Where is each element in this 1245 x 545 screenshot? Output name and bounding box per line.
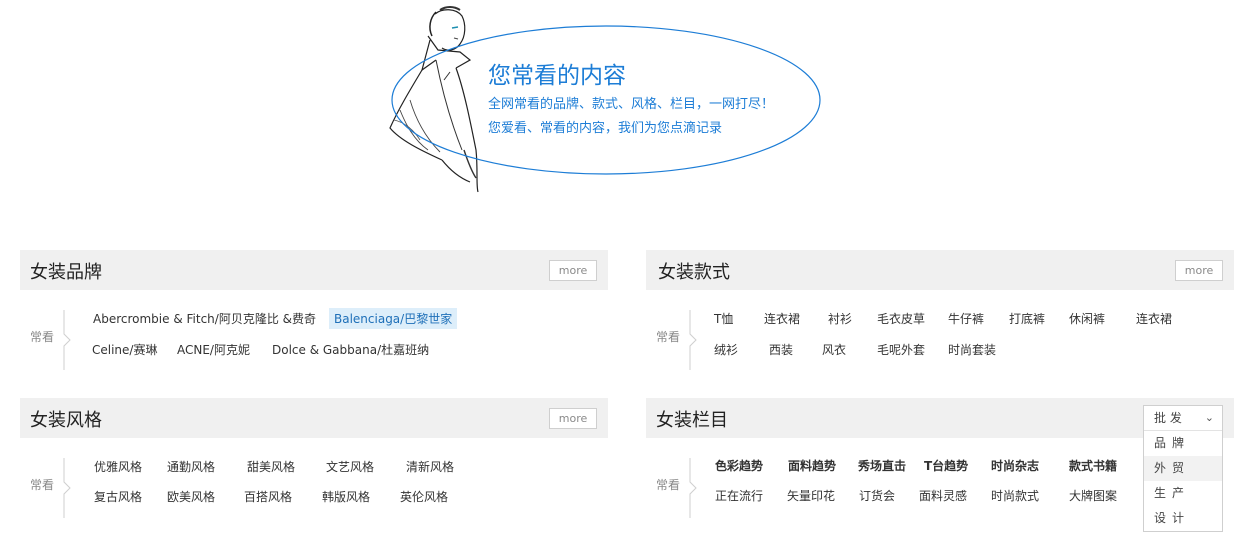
panel-body: 常看 优雅风格 通勤风格 甜美风格 文艺风格 清新风格 复古风格 欧美风格 百搭… [20, 438, 608, 518]
panel-header: 女装风格 more [20, 398, 608, 438]
bracket-divider [63, 458, 71, 518]
category-dropdown[interactable]: 批 发 ⌄ 品牌 外贸 生产 设计 [1143, 405, 1223, 532]
column-link[interactable]: 时尚款式 [986, 485, 1044, 506]
brand-link-dolce-gabbana[interactable]: Dolce & Gabbana/杜嘉班纳 [267, 339, 434, 360]
panel-title: 女装品牌 [30, 262, 102, 283]
column-link[interactable]: 面料灵感 [914, 485, 972, 506]
style-link[interactable]: 绒衫 [709, 339, 743, 360]
fengge-link[interactable]: 文艺风格 [321, 456, 379, 477]
fengge-link[interactable]: 甜美风格 [242, 456, 300, 477]
panel-title: 女装风格 [30, 410, 102, 431]
chevron-down-icon[interactable]: ⌄ [1205, 406, 1214, 430]
bracket-divider [689, 310, 697, 370]
column-link[interactable]: T台趋势 [919, 455, 973, 476]
panel-body: 常看 Abercrombie & Fitch/阿贝克隆比 &费奇 Balenci… [20, 290, 608, 370]
panel-style: 女装款式 more 常看 T恤 连衣裙 衬衫 毛衣皮草 牛仔裤 打底裤 休闲裤 … [646, 250, 1234, 370]
fengge-link[interactable]: 优雅风格 [89, 456, 147, 477]
column-link[interactable]: 订货会 [854, 485, 900, 506]
fengge-link[interactable]: 清新风格 [401, 456, 459, 477]
often-label: 常看 [656, 330, 681, 344]
bracket-divider [689, 458, 697, 518]
brand-link-abercrombie[interactable]: Abercrombie & Fitch/阿贝克隆比 &费奇 [88, 308, 321, 329]
panel-brand: 女装品牌 more 常看 Abercrombie & Fitch/阿贝克隆比 &… [20, 250, 608, 370]
hero-tagline: 全网常看的品牌、款式、风格、栏目，一网打尽！ [488, 97, 775, 112]
column-link[interactable]: 色彩趋势 [710, 455, 768, 476]
brand-link-celine[interactable]: Celine/赛琳 [87, 339, 162, 360]
dropdown-option-brand[interactable]: 品牌 [1144, 431, 1222, 456]
column-link[interactable]: 矢量印花 [782, 485, 840, 506]
hero-subtagline: 您爱看、常看的内容，我们为您点滴记录 [488, 121, 723, 136]
panel-title: 女装款式 [658, 262, 730, 283]
panel-header: 女装品牌 more [20, 250, 608, 290]
column-link[interactable]: 面料趋势 [783, 455, 841, 476]
dropdown-option-production[interactable]: 生产 [1144, 481, 1222, 506]
hero-banner: 您常看的内容 全网常看的品牌、款式、风格、栏目，一网打尽！ 您爱看、常看的内容，… [380, 0, 830, 200]
often-label: 常看 [30, 478, 55, 492]
dropdown-option-design[interactable]: 设计 [1144, 506, 1222, 531]
fengge-link[interactable]: 英伦风格 [395, 486, 453, 507]
style-link[interactable]: 毛呢外套 [872, 339, 930, 360]
style-link[interactable]: 时尚套装 [943, 339, 1001, 360]
style-link[interactable]: 牛仔裤 [943, 308, 989, 329]
dropdown-selected[interactable]: 批 发 ⌄ [1144, 406, 1222, 431]
fengge-link[interactable]: 韩版风格 [317, 486, 375, 507]
often-label: 常看 [656, 478, 681, 492]
brand-link-acne[interactable]: ACNE/阿克妮 [172, 339, 255, 360]
hero-title: 您常看的内容 [488, 63, 626, 89]
bracket-divider [63, 310, 71, 370]
more-button[interactable]: more [549, 260, 597, 281]
style-link[interactable]: 风衣 [817, 339, 851, 360]
often-label: 常看 [30, 330, 55, 344]
panel-header: 女装款式 more [646, 250, 1234, 290]
dropdown-selected-label: 批 发 [1154, 411, 1182, 425]
style-link[interactable]: 打底裤 [1004, 308, 1050, 329]
more-button[interactable]: more [1175, 260, 1223, 281]
column-link[interactable]: 时尚杂志 [986, 455, 1044, 476]
style-link[interactable]: 衬衫 [823, 308, 857, 329]
column-link[interactable]: 款式书籍 [1064, 455, 1122, 476]
fengge-link[interactable]: 复古风格 [89, 486, 147, 507]
panel-body: 常看 T恤 连衣裙 衬衫 毛衣皮草 牛仔裤 打底裤 休闲裤 连衣裙 绒衫 西装 … [646, 290, 1234, 370]
panel-fengge: 女装风格 more 常看 优雅风格 通勤风格 甜美风格 文艺风格 清新风格 复古… [20, 398, 608, 518]
fengge-link[interactable]: 通勤风格 [162, 456, 220, 477]
style-link[interactable]: 西装 [764, 339, 798, 360]
brand-link-balenciaga[interactable]: Balenciaga/巴黎世家 [329, 308, 458, 329]
style-link[interactable]: 休闲裤 [1064, 308, 1110, 329]
column-link[interactable]: 正在流行 [710, 485, 768, 506]
style-link[interactable]: 连衣裙 [759, 308, 805, 329]
fengge-link[interactable]: 百搭风格 [239, 486, 297, 507]
column-link[interactable]: 秀场直击 [853, 455, 911, 476]
dropdown-option-foreign-trade[interactable]: 外贸 [1144, 456, 1222, 481]
style-link[interactable]: 连衣裙 [1131, 308, 1177, 329]
column-link[interactable]: 大牌图案 [1064, 485, 1122, 506]
fengge-link[interactable]: 欧美风格 [162, 486, 220, 507]
style-link[interactable]: T恤 [709, 308, 738, 329]
style-link[interactable]: 毛衣皮草 [872, 308, 930, 329]
more-button[interactable]: more [549, 408, 597, 429]
panel-title: 女装栏目 [656, 410, 728, 431]
